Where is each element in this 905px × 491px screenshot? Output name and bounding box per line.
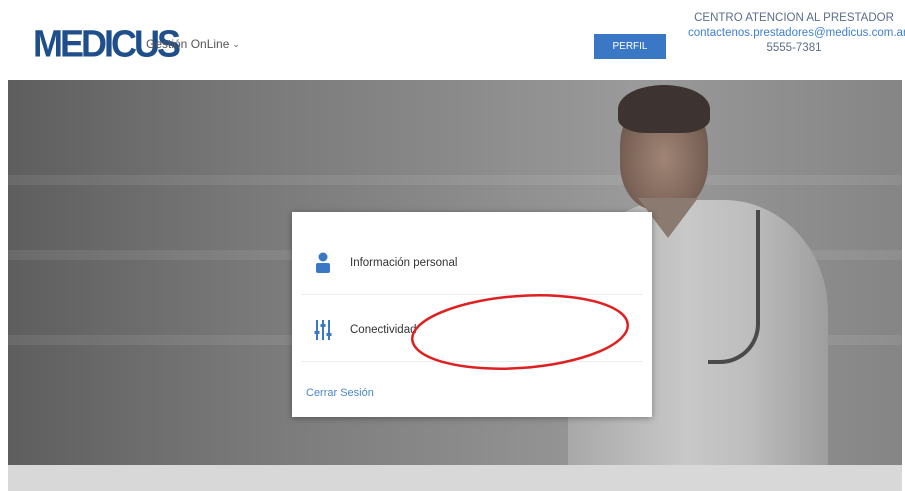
profile-menu-panel: Información personal Conectividad Cerrar…	[292, 212, 652, 417]
menu-item-label: Conectividad	[350, 324, 417, 336]
contact-info: CENTRO ATENCION AL PRESTADOR contactenos…	[688, 11, 905, 56]
contact-title: CENTRO ATENCION AL PRESTADOR	[694, 12, 894, 24]
doctor-hair-shape	[618, 85, 710, 133]
contact-email-link[interactable]: contactenos.prestadores@medicus.com.ar	[688, 26, 905, 41]
footer-strip	[8, 465, 902, 491]
user-icon	[310, 250, 336, 276]
top-header: MEDICUS Gestión OnLine ⌄ PERFIL CENTRO A…	[0, 0, 905, 80]
app-menu-dropdown[interactable]: Gestión OnLine ⌄	[146, 37, 240, 51]
contact-phone: 5555-7381	[766, 42, 822, 54]
sliders-icon	[310, 317, 336, 343]
menu-item-label: Información personal	[350, 257, 458, 269]
perfil-button[interactable]: PERFIL	[594, 34, 666, 59]
shelf-shape	[8, 175, 902, 185]
menu-item-conectividad[interactable]: Conectividad	[302, 299, 642, 362]
app-menu-label: Gestión OnLine	[146, 37, 230, 51]
chevron-down-icon: ⌄	[232, 38, 240, 49]
stethoscope-shape	[708, 210, 760, 364]
logout-link[interactable]: Cerrar Sesión	[306, 387, 374, 399]
menu-item-informacion-personal[interactable]: Información personal	[302, 232, 642, 295]
